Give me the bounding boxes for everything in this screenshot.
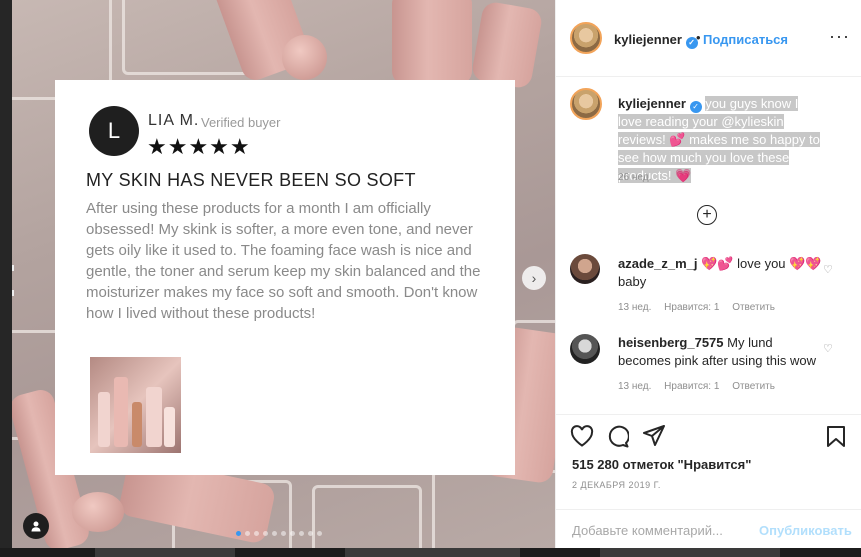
carousel-dot xyxy=(254,531,259,536)
carousel-dot xyxy=(236,531,241,536)
caption-avatar[interactable] xyxy=(570,88,602,120)
more-options-icon[interactable]: ··· xyxy=(829,26,850,47)
background-thumb xyxy=(95,548,235,557)
verified-badge-icon: ✓ xyxy=(689,101,702,113)
comment-like-icon[interactable]: ♡ xyxy=(823,342,833,355)
share-icon[interactable] xyxy=(643,425,665,453)
comment-2: heisenberg_7575 My lund becomes pink aft… xyxy=(618,334,828,370)
rating-stars: ★★★★★ xyxy=(147,134,251,159)
carousel-next-button[interactable]: › xyxy=(522,266,546,290)
reply-button[interactable]: Ответить xyxy=(732,302,775,313)
carousel-dot xyxy=(263,531,268,536)
review-body: After using these products for a month I… xyxy=(86,200,481,322)
comment-like-icon[interactable]: ♡ xyxy=(823,263,833,276)
tagged-user-icon[interactable] xyxy=(23,513,49,539)
post-date: 2 ДЕКАБРЯ 2019 Г. xyxy=(572,480,661,490)
post-details-panel: kyliejenner ✓ • Подписаться ··· kyliejen… xyxy=(555,0,861,548)
comment-input[interactable]: Добавьте комментарий... xyxy=(572,523,723,538)
comment-meta: 13 нед. Нравится: 1 Ответить xyxy=(618,302,785,313)
background-thumb xyxy=(600,548,780,557)
likes-count[interactable]: 515 280 отметок "Нравится" xyxy=(572,457,751,472)
carousel-dot xyxy=(245,531,250,536)
comment-icon[interactable] xyxy=(606,425,630,454)
load-more-comments-icon[interactable]: + xyxy=(697,205,717,225)
follow-button[interactable]: Подписаться xyxy=(703,32,788,47)
instagram-post-modal: L LIA M. Verified buyer ★★★★★ MY SKIN HA… xyxy=(0,0,861,557)
comment-likes[interactable]: Нравится: 1 xyxy=(664,381,719,392)
carousel-dot xyxy=(308,531,313,536)
comment-time[interactable]: 13 нед. xyxy=(618,381,651,392)
carousel-dot xyxy=(272,531,277,536)
publish-button[interactable]: Опубликовать xyxy=(759,523,852,538)
carousel-dot xyxy=(290,531,295,536)
comment-meta: 13 нед. Нравится: 1 Ответить xyxy=(618,381,785,392)
comment-time[interactable]: 13 нед. xyxy=(618,302,651,313)
header-separator: • xyxy=(696,30,701,45)
commenter-avatar[interactable] xyxy=(570,334,600,364)
carousel-dots xyxy=(236,531,322,536)
post-header: kyliejenner ✓ • Подписаться ··· xyxy=(556,0,861,77)
reply-button[interactable]: Ответить xyxy=(732,381,775,392)
background-thumb xyxy=(345,548,520,557)
author-avatar[interactable] xyxy=(570,22,602,54)
carousel-dot xyxy=(281,531,286,536)
commenter-avatar[interactable] xyxy=(570,254,600,284)
comment-username[interactable]: heisenberg_7575 xyxy=(618,335,724,350)
heart-icon[interactable] xyxy=(570,425,594,453)
bookmark-icon[interactable] xyxy=(826,425,846,454)
author-username[interactable]: kyliejenner ✓ xyxy=(614,32,698,49)
review-title: MY SKIN HAS NEVER BEEN SO SOFT xyxy=(86,170,416,190)
comment-1: azade_z_m_j 💖💕 love you 💖💖 baby xyxy=(618,255,828,291)
comment-username[interactable]: azade_z_m_j xyxy=(618,256,698,271)
caption-timestamp[interactable]: 26 нед. xyxy=(618,172,651,183)
person-icon xyxy=(31,521,41,532)
reviewer-avatar: L xyxy=(89,106,139,156)
comment-likes[interactable]: Нравится: 1 xyxy=(664,302,719,313)
review-card: L LIA M. Verified buyer ★★★★★ MY SKIN HA… xyxy=(55,80,515,475)
post-actions: 515 280 отметок "Нравится" 2 ДЕКАБРЯ 201… xyxy=(556,414,861,549)
review-product-photo xyxy=(90,357,181,453)
verified-buyer-label: Verified buyer xyxy=(201,115,281,130)
reviewer-name: LIA M. xyxy=(148,112,200,129)
caption-username[interactable]: kyliejenner xyxy=(618,96,686,111)
carousel-dot xyxy=(299,531,304,536)
add-comment-bar: Добавьте комментарий... Опубликовать xyxy=(556,509,861,551)
carousel-dot xyxy=(317,531,322,536)
